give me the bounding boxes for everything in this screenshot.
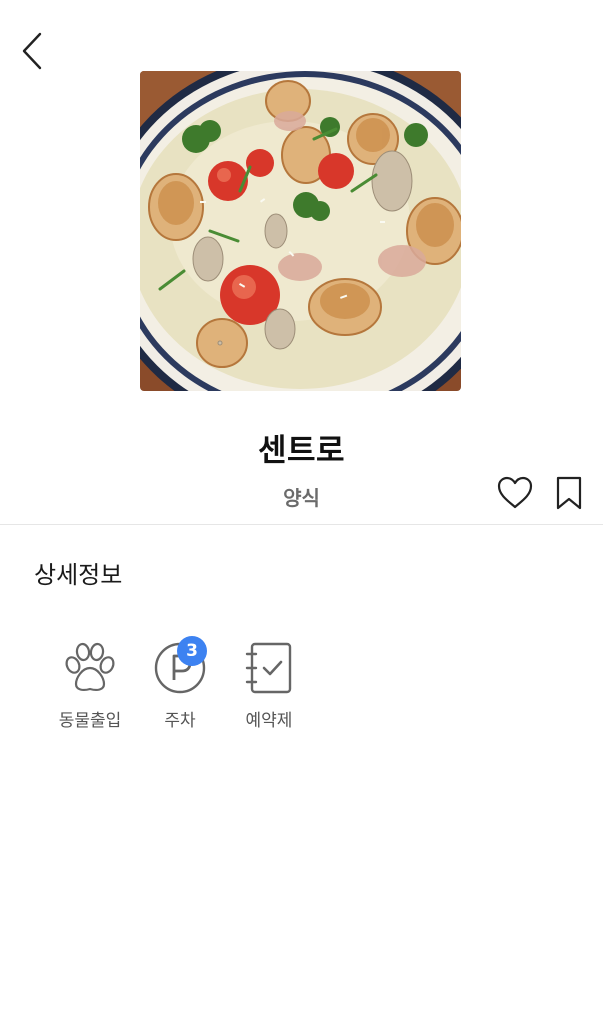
heart-icon xyxy=(497,476,533,509)
feature-reservation: 예약제 xyxy=(229,638,309,731)
paw-icon xyxy=(65,642,115,692)
feature-label: 동물출입 xyxy=(58,711,122,731)
back-button[interactable] xyxy=(14,30,50,72)
chevron-left-icon xyxy=(22,32,42,70)
parking-count-badge: 3 xyxy=(177,636,207,666)
like-button[interactable] xyxy=(496,474,534,512)
bookmark-button[interactable] xyxy=(553,474,585,512)
feature-label: 예약제 xyxy=(245,711,293,731)
restaurant-name: 센트로 xyxy=(257,433,346,469)
feature-pet-allowed: 동물출입 xyxy=(50,638,130,731)
feature-parking: 3 주차 xyxy=(140,636,220,731)
reservation-icon xyxy=(245,642,292,694)
section-divider xyxy=(0,524,603,525)
details-title: 상세정보 xyxy=(34,561,123,589)
bookmark-icon xyxy=(556,476,582,510)
restaurant-photo xyxy=(140,71,461,391)
feature-label: 주차 xyxy=(164,711,196,731)
